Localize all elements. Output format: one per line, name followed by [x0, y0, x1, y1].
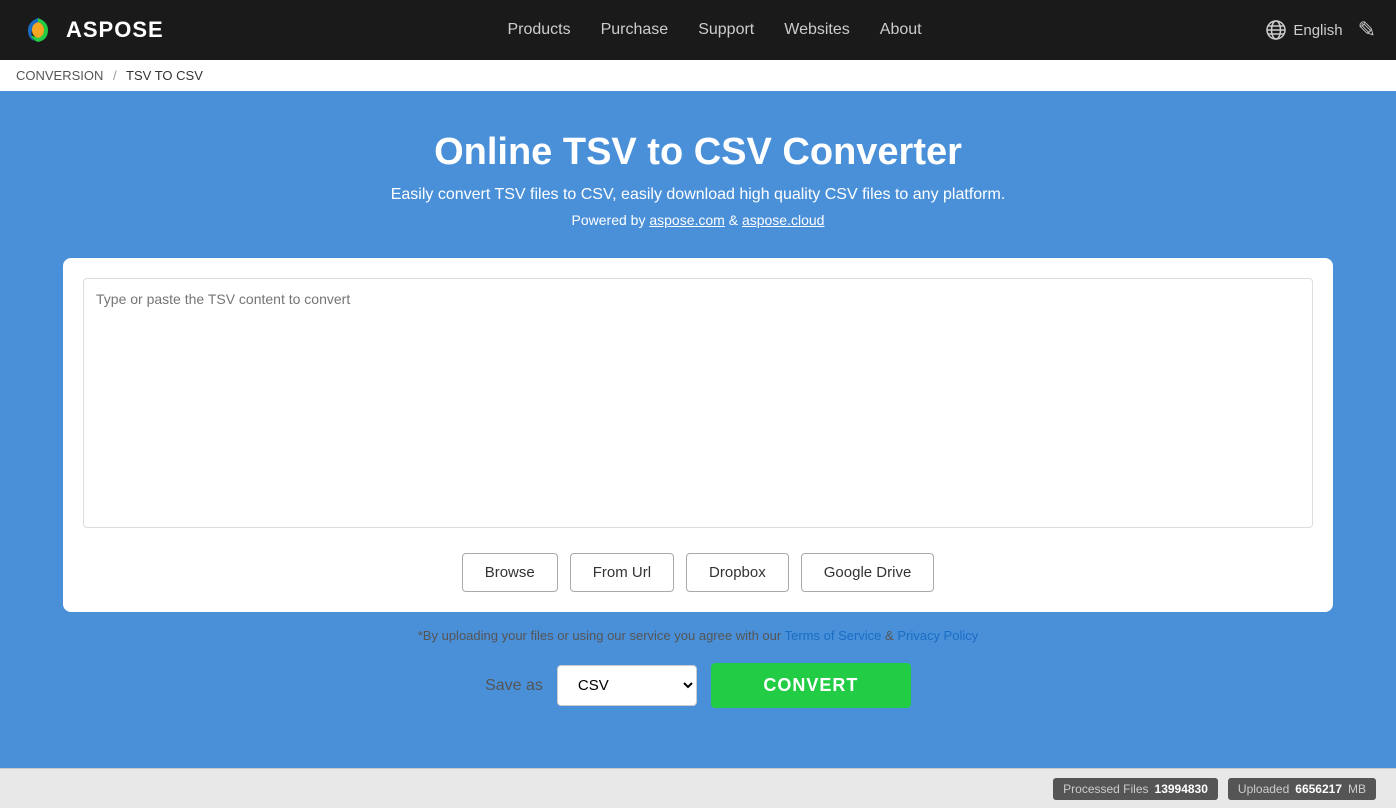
user-icon[interactable]: ✎	[1358, 17, 1376, 43]
terms-of-service-link[interactable]: Terms of Service	[785, 628, 882, 643]
upload-buttons: Browse From Url Dropbox Google Drive	[83, 553, 1313, 592]
globe-icon	[1265, 19, 1287, 41]
dropbox-button[interactable]: Dropbox	[686, 553, 789, 592]
breadcrumb: CONVERSION / TSV TO CSV	[0, 60, 1396, 91]
nav-websites[interactable]: Websites	[784, 21, 850, 39]
format-select[interactable]: CSV TSV XLSX XLS ODS	[557, 665, 697, 706]
nav-products[interactable]: Products	[507, 21, 570, 39]
page-subtitle: Easily convert TSV files to CSV, easily …	[20, 186, 1376, 204]
processed-files-label: Processed Files	[1063, 782, 1148, 796]
save-as-row: Save as CSV TSV XLSX XLS ODS CONVERT	[20, 663, 1376, 708]
breadcrumb-separator: /	[113, 68, 117, 83]
nav-about[interactable]: About	[880, 21, 922, 39]
logo-area: ASPOSE	[20, 12, 164, 48]
powered-by-prefix: Powered by	[572, 212, 650, 228]
page-title: Online TSV to CSV Converter	[20, 131, 1376, 174]
convert-button[interactable]: CONVERT	[711, 663, 911, 708]
aspose-cloud-link[interactable]: aspose.cloud	[742, 212, 825, 228]
privacy-policy-link[interactable]: Privacy Policy	[897, 628, 978, 643]
processed-files-stat: Processed Files 13994830	[1053, 778, 1218, 800]
from-url-button[interactable]: From Url	[570, 553, 674, 592]
uploaded-label: Uploaded	[1238, 782, 1289, 796]
breadcrumb-current: TSV TO CSV	[126, 68, 203, 83]
header-right: English ✎	[1265, 17, 1376, 43]
aspose-logo-icon	[20, 12, 56, 48]
powered-by-sep: &	[725, 212, 742, 228]
main-nav: Products Purchase Support Websites About	[164, 21, 1266, 39]
breadcrumb-home[interactable]: CONVERSION	[16, 68, 103, 83]
aspose-com-link[interactable]: aspose.com	[649, 212, 724, 228]
terms-text: *By uploading your files or using our se…	[20, 628, 1376, 643]
terms-separator: &	[881, 628, 897, 643]
uploaded-stat: Uploaded 6656217 MB	[1228, 778, 1376, 800]
uploaded-unit: MB	[1348, 782, 1366, 796]
language-button[interactable]: English	[1265, 19, 1342, 41]
footer-bar: Processed Files 13994830 Uploaded 665621…	[0, 768, 1396, 808]
uploaded-value: 6656217	[1295, 782, 1342, 796]
save-as-label: Save as	[485, 677, 543, 695]
nav-support[interactable]: Support	[698, 21, 754, 39]
logo-text: ASPOSE	[66, 17, 164, 43]
main-content: Online TSV to CSV Converter Easily conve…	[0, 91, 1396, 768]
tsv-input[interactable]	[83, 278, 1313, 528]
terms-prefix: *By uploading your files or using our se…	[418, 628, 785, 643]
processed-files-value: 13994830	[1155, 782, 1208, 796]
nav-purchase[interactable]: Purchase	[601, 21, 669, 39]
browse-button[interactable]: Browse	[462, 553, 558, 592]
powered-by: Powered by aspose.com & aspose.cloud	[20, 212, 1376, 228]
language-label: English	[1293, 22, 1342, 39]
google-drive-button[interactable]: Google Drive	[801, 553, 935, 592]
upload-card: Browse From Url Dropbox Google Drive	[63, 258, 1333, 612]
header: ASPOSE Products Purchase Support Website…	[0, 0, 1396, 60]
